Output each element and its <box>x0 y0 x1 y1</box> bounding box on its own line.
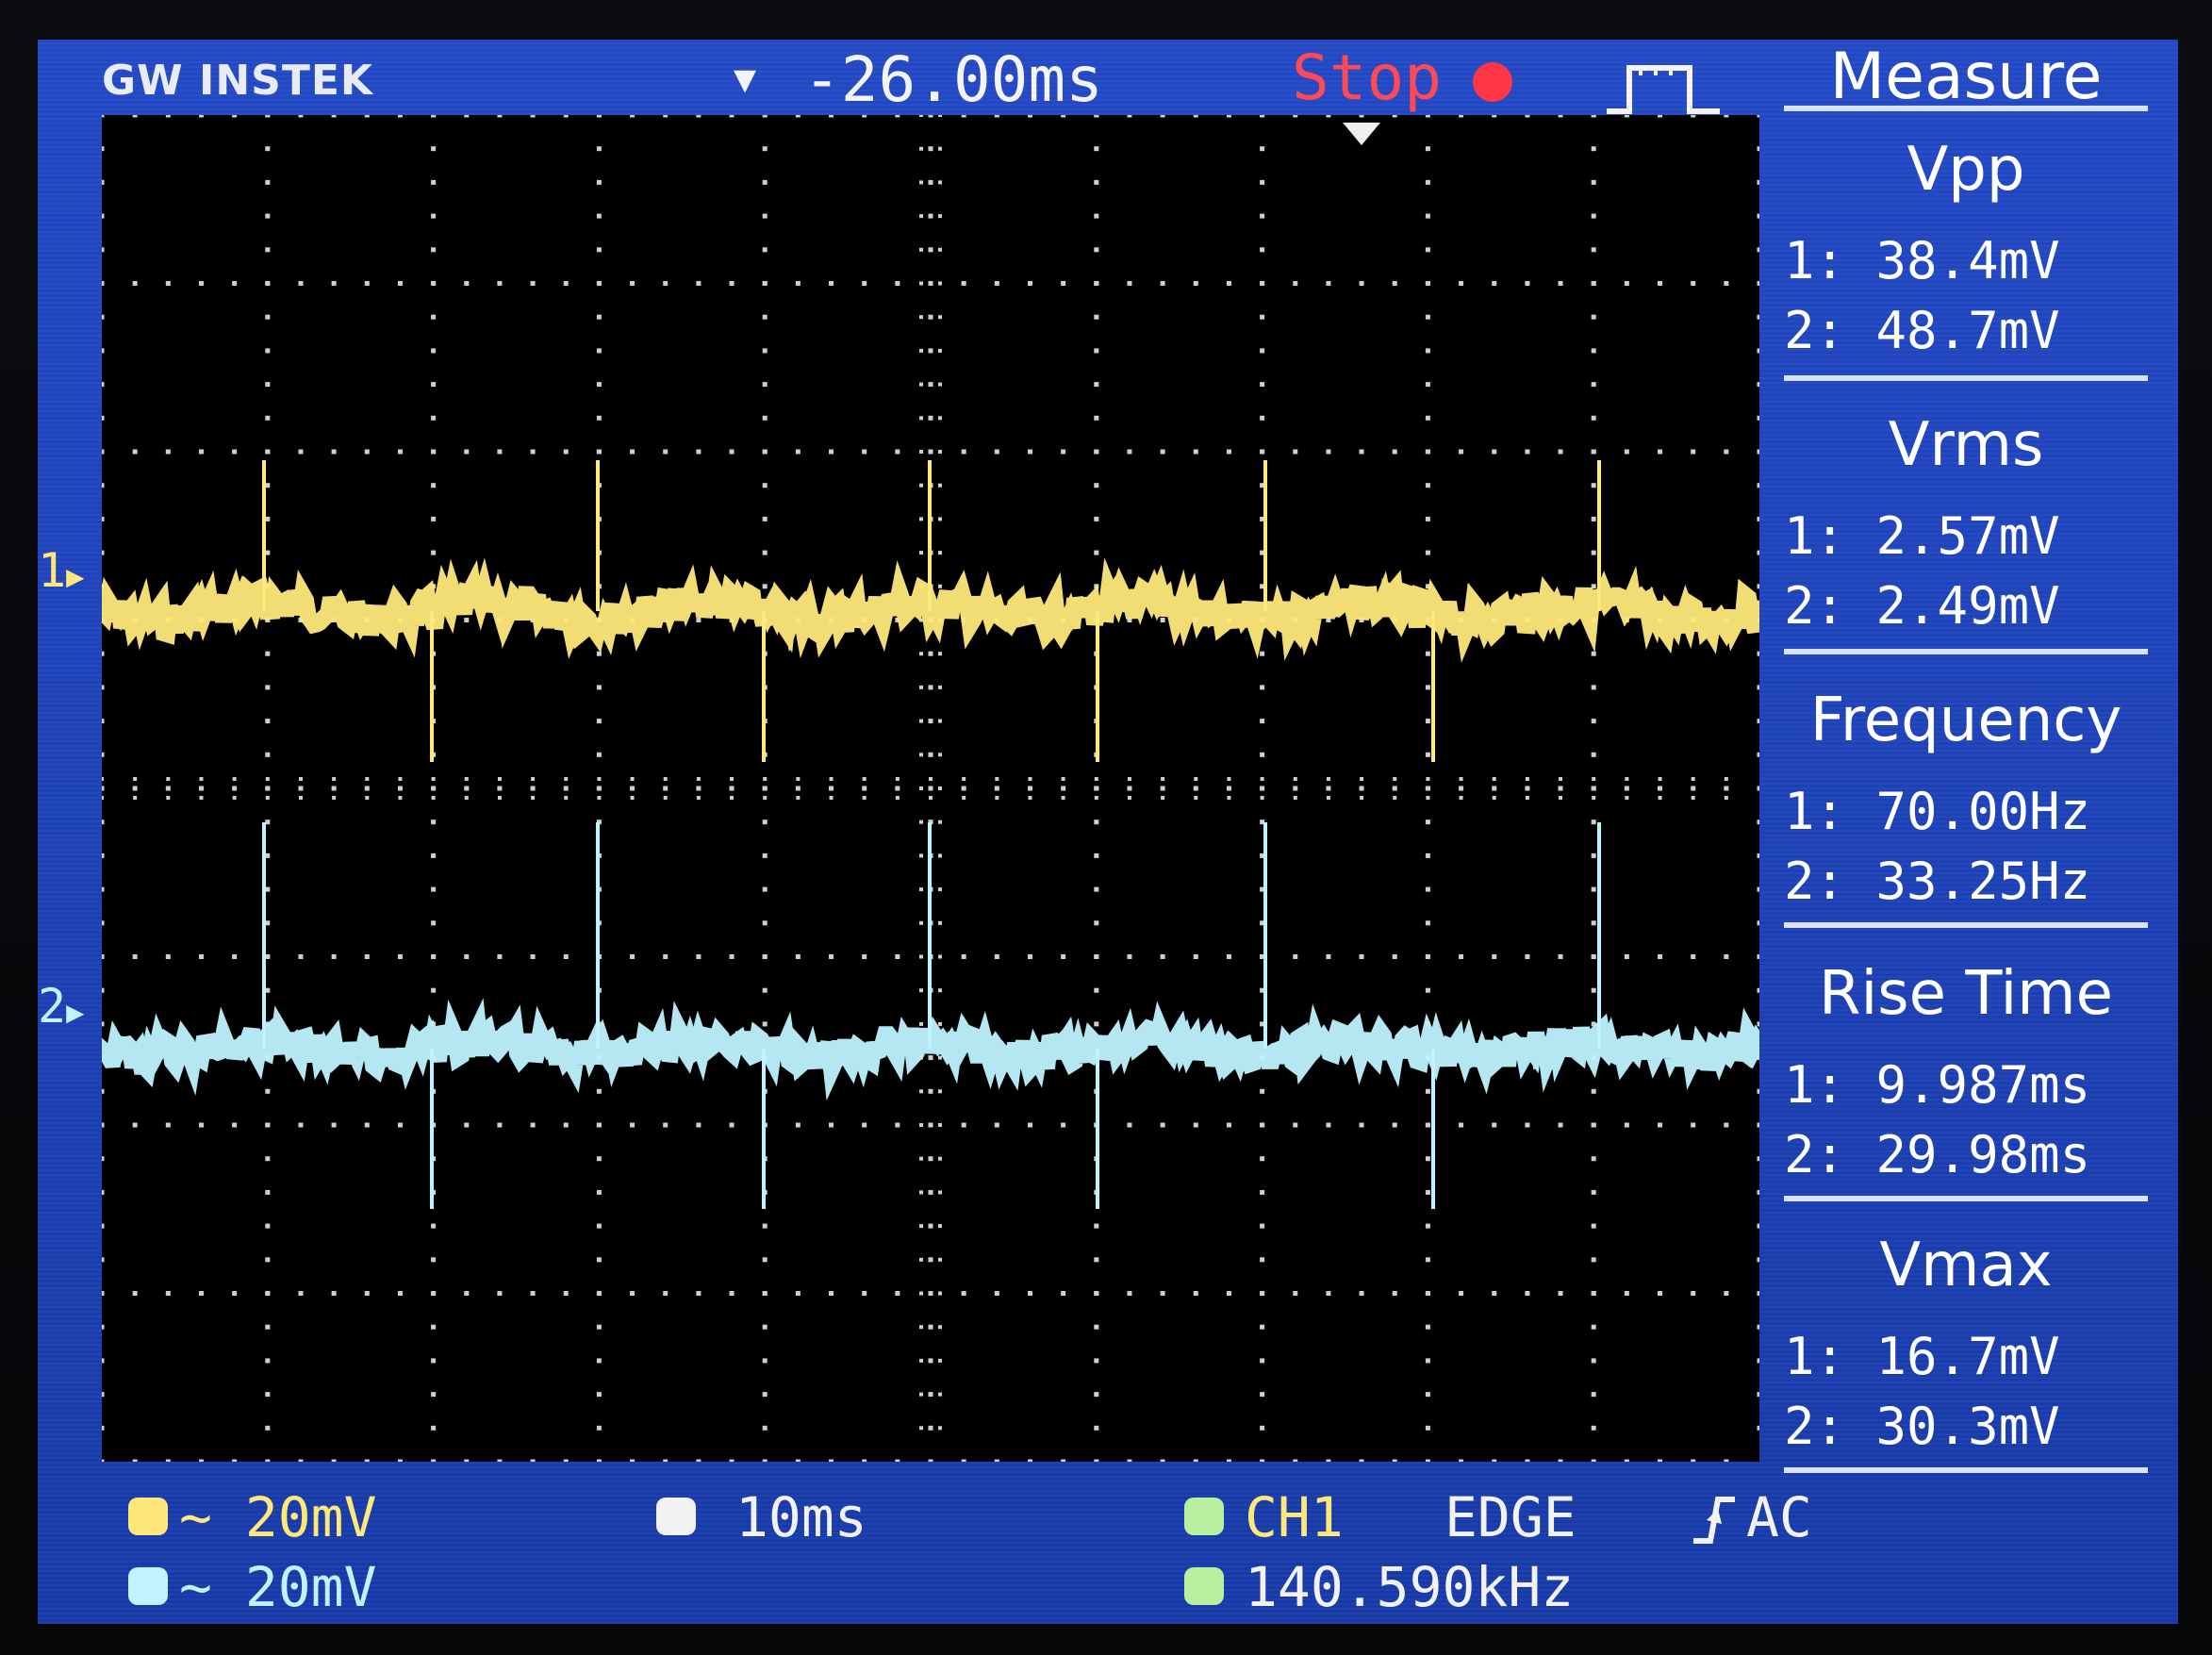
graticule <box>102 115 1759 1462</box>
measure-divider <box>1784 649 2148 654</box>
ch2-scale[interactable]: ~ 20mV <box>179 1560 377 1614</box>
time-offset: -26.00ms <box>803 43 1103 116</box>
measure-vmax-title[interactable]: Vmax <box>1780 1235 2152 1296</box>
timebase-badge <box>656 1498 696 1535</box>
waveform-display[interactable] <box>102 115 1759 1462</box>
ch2-level-marker[interactable]: 2▶ <box>38 983 84 1030</box>
measure-vmax-ch1: 1: 16.7mV <box>1784 1327 2060 1386</box>
measure-risetime-ch2: 2: 29.98ms <box>1784 1125 2091 1184</box>
measure-vrms-ch2: 2: 2.49mV <box>1784 576 2060 636</box>
brand-logo: GW INSTEK <box>102 57 374 105</box>
measure-divider <box>1784 106 2148 111</box>
trigger-frequency-badge <box>1184 1567 1224 1605</box>
measure-divider <box>1784 1196 2148 1201</box>
measure-vmax-ch2: 2: 30.3mV <box>1784 1397 2060 1456</box>
measure-vpp-ch1: 1: 38.4mV <box>1784 231 2060 290</box>
measure-divider <box>1784 922 2148 928</box>
stop-indicator-icon <box>1473 62 1512 102</box>
horizontal-position-icon: ▼ <box>734 58 757 101</box>
pulse-trigger-icon <box>1603 55 1725 124</box>
measure-divider <box>1784 1467 2148 1473</box>
measure-frequency-ch2: 2: 33.25Hz <box>1784 852 2091 911</box>
run-status[interactable]: Stop <box>1292 47 1442 109</box>
measure-frequency-ch1: 1: 70.00Hz <box>1784 782 2091 841</box>
trigger-frequency: 140.590kHz <box>1245 1555 1575 1619</box>
trigger-type[interactable]: EDGE <box>1444 1490 1576 1545</box>
measure-vrms-ch1: 1: 2.57mV <box>1784 506 2060 566</box>
trigger-source[interactable]: CH1 <box>1245 1490 1344 1545</box>
measure-vrms-title[interactable]: Vrms <box>1780 415 2152 475</box>
measure-divider <box>1784 375 2148 381</box>
measure-vpp-ch2: 2: 48.7mV <box>1784 301 2060 360</box>
ch1-scale[interactable]: ~ 20mV <box>179 1490 377 1545</box>
ch1-level-marker[interactable]: 1▶ <box>38 547 84 594</box>
oscilloscope-bezel: GW INSTEK ▼ -26.00ms Stop 1▶ 2▶ Measure <box>0 0 2212 1655</box>
measure-risetime-ch1: 1: 9.987ms <box>1784 1055 2091 1115</box>
measure-risetime-title[interactable]: Rise Time <box>1780 964 2152 1024</box>
measure-frequency-title[interactable]: Frequency <box>1780 690 2152 751</box>
ch1-badge <box>128 1498 168 1535</box>
oscilloscope-screen: GW INSTEK ▼ -26.00ms Stop 1▶ 2▶ Measure <box>38 40 2178 1624</box>
trigger-badge <box>1184 1498 1224 1535</box>
rising-edge-icon <box>1690 1492 1739 1552</box>
ch2-badge <box>128 1567 168 1605</box>
trigger-coupling[interactable]: AC <box>1746 1490 1812 1545</box>
measure-vpp-title[interactable]: Vpp <box>1780 140 2152 200</box>
measure-panel-title: Measure <box>1829 40 2103 114</box>
trigger-position-icon <box>1341 121 1382 153</box>
timebase-value[interactable]: 10ms <box>735 1490 867 1545</box>
